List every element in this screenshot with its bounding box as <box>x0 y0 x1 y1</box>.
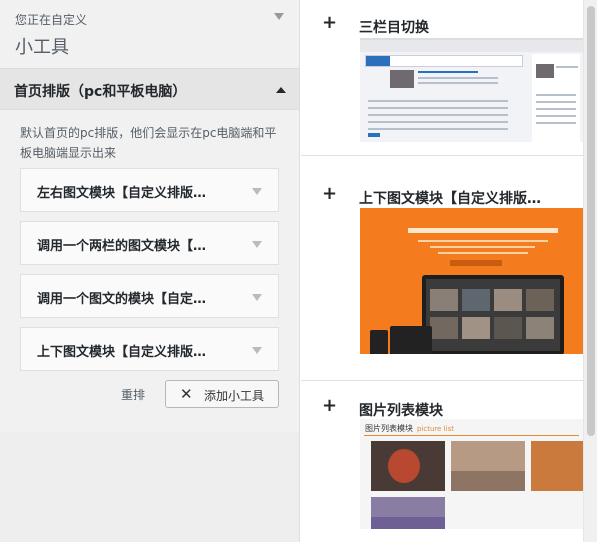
widget-item[interactable]: 调用一个两栏的图文模块【… <box>20 221 279 265</box>
widget-item[interactable]: 左右图文模块【自定义排版… <box>20 168 279 212</box>
widget-title: 左右图文模块【自定义排版… <box>37 186 207 201</box>
available-widget-item[interactable]: + 三栏目切换 <box>301 0 583 156</box>
available-widget-item[interactable]: + 图片列表模块 图片列表模块 picture list <box>301 382 583 542</box>
available-widget-item[interactable]: + 上下图文模块【自定义排版… <box>301 157 583 381</box>
chevron-down-icon[interactable] <box>252 241 262 248</box>
plus-icon[interactable]: + <box>322 12 337 33</box>
reorder-link[interactable]: 重排 <box>121 386 145 403</box>
chevron-down-icon[interactable] <box>252 347 262 354</box>
available-widget-title: 三栏目切换 <box>359 20 429 36</box>
section-title: 首页排版（pc和平板电脑） <box>14 84 187 100</box>
widget-preview-image <box>360 208 583 354</box>
widget-title: 上下图文模块【自定义排版… <box>37 345 207 360</box>
scrollbar-thumb[interactable] <box>587 6 595 436</box>
section-description: 默认首页的pc排版，他们会显示在pc电脑端和平板电脑端显示出来 <box>20 126 277 160</box>
widget-preview-image <box>360 38 583 142</box>
customizer-panel: 您正在自定义 小工具 首页排版（pc和平板电脑） 默认首页的pc排版，他们会显示… <box>0 0 299 432</box>
scrollbar[interactable] <box>583 0 597 542</box>
panel-title: 小工具 <box>15 37 69 58</box>
close-x-icon: ✕ <box>180 385 193 403</box>
chevron-down-icon[interactable] <box>252 188 262 195</box>
widget-title: 调用一个两栏的图文模块【… <box>37 239 207 254</box>
chevron-down-icon[interactable] <box>252 294 262 301</box>
plus-icon[interactable]: + <box>322 395 337 416</box>
chevron-up-icon[interactable] <box>276 87 286 93</box>
plus-icon[interactable]: + <box>322 183 337 204</box>
available-widget-title: 图片列表模块 <box>359 403 443 419</box>
preview-header: 图片列表模块 picture list <box>365 424 454 433</box>
widget-preview-image: 图片列表模块 picture list <box>360 419 583 529</box>
customizing-label: 您正在自定义 <box>15 13 88 27</box>
available-widgets-panel: + 三栏目切换 + 上下图文模块【自定义排版… + 图片列表模块 图片列表模块 … <box>301 0 597 542</box>
widget-title: 调用一个图文的模块【自定… <box>37 292 207 307</box>
customizer-sidebar: 您正在自定义 小工具 首页排版（pc和平板电脑） 默认首页的pc排版，他们会显示… <box>0 0 300 542</box>
section-header-home-layout[interactable]: 首页排版（pc和平板电脑） <box>0 68 299 110</box>
widget-item[interactable]: 上下图文模块【自定义排版… <box>20 327 279 371</box>
chevron-down-icon[interactable] <box>274 13 284 20</box>
add-widget-label: 添加小工具 <box>204 389 265 403</box>
available-widget-title: 上下图文模块【自定义排版… <box>359 191 541 207</box>
add-widget-button[interactable]: ✕ 添加小工具 <box>165 380 279 408</box>
widget-item[interactable]: 调用一个图文的模块【自定… <box>20 274 279 318</box>
